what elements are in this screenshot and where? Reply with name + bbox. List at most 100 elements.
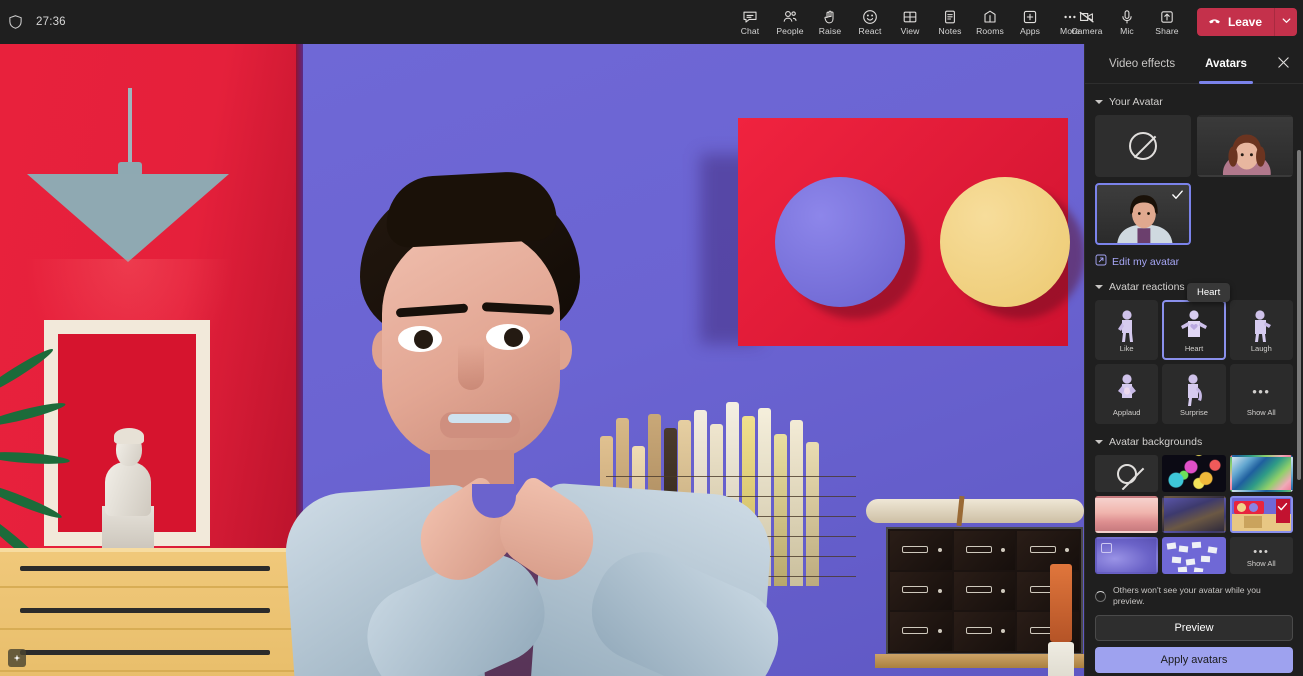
reaction-heart[interactable]: Heart <box>1162 300 1225 360</box>
avatar-option-2[interactable] <box>1095 183 1191 245</box>
reaction-surprise[interactable]: Surprise <box>1162 364 1225 424</box>
notes-icon <box>942 8 958 25</box>
avatar-option-1[interactable] <box>1197 115 1293 177</box>
background-none[interactable] <box>1095 455 1158 492</box>
view-button[interactable]: View <box>890 1 930 43</box>
avatar-character <box>300 154 940 676</box>
chat-button[interactable]: Chat <box>730 1 770 43</box>
laugh-figure-icon <box>1244 309 1278 343</box>
background-pink-fantasy[interactable] <box>1095 496 1158 533</box>
your-avatar-section: Your Avatar <box>1085 96 1303 269</box>
preview-note-text: Others won't see your avatar while you p… <box>1113 585 1293 607</box>
camera-label: Camera <box>1071 27 1102 36</box>
raise-hand-button[interactable]: Raise <box>810 1 850 43</box>
pin-sparkle-icon[interactable] <box>8 649 26 667</box>
edit-my-avatar-link[interactable]: Edit my avatar <box>1095 254 1293 269</box>
panel-scrollbar[interactable] <box>1297 150 1301 480</box>
avatar-backgrounds-header[interactable]: Avatar backgrounds <box>1095 436 1293 448</box>
view-label: View <box>901 27 920 36</box>
no-avatar-icon <box>1129 132 1157 160</box>
reaction-show-all-label: Show All <box>1247 408 1276 417</box>
like-figure-icon <box>1110 309 1144 343</box>
mic-label: Mic <box>1120 27 1134 36</box>
microphone-icon <box>1119 8 1135 25</box>
people-label: People <box>776 27 803 36</box>
notes-button[interactable]: Notes <box>930 1 970 43</box>
no-background-icon <box>1117 464 1137 484</box>
heart-figure-icon <box>1177 309 1211 343</box>
reaction-tooltip: Heart <box>1187 283 1230 302</box>
leave-dropdown-button[interactable] <box>1275 8 1297 36</box>
background-purple-clouds[interactable] <box>1095 537 1158 574</box>
meeting-toolbar: 27:36 Chat People Raise <box>0 0 1303 44</box>
chat-label: Chat <box>741 27 760 36</box>
yellow-disc <box>940 177 1070 307</box>
chevron-down-icon <box>1281 13 1292 31</box>
close-panel-button[interactable] <box>1274 55 1293 74</box>
avatar-reactions-grid: Like Heart <box>1095 300 1293 424</box>
chat-icon <box>742 8 758 25</box>
surprise-figure-icon <box>1177 373 1211 407</box>
white-tube <box>1048 642 1074 676</box>
meeting-timer: 27:36 <box>36 16 66 28</box>
apply-avatars-button[interactable]: Apply avatars <box>1095 647 1293 673</box>
selected-check-icon <box>1277 499 1288 510</box>
avatar-option-none[interactable] <box>1095 115 1191 177</box>
background-neon-lights[interactable] <box>1162 455 1225 492</box>
tab-video-effects[interactable]: Video effects <box>1107 44 1177 84</box>
teams-meeting-window: 27:36 Chat People Raise <box>0 0 1303 676</box>
reaction-laugh-label: Laugh <box>1251 344 1272 353</box>
avatar-reactions-wrap: Heart Like <box>1095 300 1293 424</box>
apps-plus-icon <box>1022 8 1038 25</box>
share-button[interactable]: Share <box>1147 1 1187 43</box>
tab-avatars[interactable]: Avatars <box>1203 44 1249 84</box>
toolbar-left-group: 27:36 <box>0 14 300 30</box>
toolbar-right-group: Camera Mic Share Leave <box>1067 0 1297 44</box>
loading-spinner-icon <box>1095 591 1106 602</box>
your-avatar-header[interactable]: Your Avatar <box>1095 96 1293 108</box>
background-dark-lounge[interactable] <box>1162 496 1225 533</box>
background-abstract-coast[interactable] <box>1230 455 1293 492</box>
view-grid-icon <box>902 8 918 25</box>
reaction-show-all[interactable]: ••• Show All <box>1230 364 1293 424</box>
camera-off-icon <box>1078 8 1096 25</box>
more-ellipsis-icon: ••• <box>1253 546 1269 558</box>
rooms-button[interactable]: Rooms <box>970 1 1010 43</box>
bust-hair <box>114 428 144 444</box>
preview-note: Others won't see your avatar while you p… <box>1085 585 1303 607</box>
camera-button[interactable]: Camera <box>1067 1 1107 43</box>
background-show-all[interactable]: ••• Show All <box>1230 537 1293 574</box>
people-button[interactable]: People <box>770 1 810 43</box>
close-icon <box>1277 56 1290 74</box>
applaud-figure-icon <box>1110 373 1144 407</box>
share-up-arrow-icon <box>1159 8 1175 25</box>
pendant-lamp-shade <box>27 174 229 262</box>
react-button[interactable]: React <box>850 1 890 43</box>
avatar-nose <box>458 344 484 390</box>
background-colorful-room[interactable] <box>1230 496 1293 533</box>
panel-body: Your Avatar <box>1085 96 1303 676</box>
toolbar-center-group: Chat People Raise R <box>730 0 1090 44</box>
background-show-all-label: Show All <box>1232 559 1291 568</box>
avatar-reactions-title: Avatar reactions <box>1109 281 1185 293</box>
avatar-teeth <box>448 414 512 423</box>
background-sticky-notes[interactable] <box>1162 537 1225 574</box>
raise-label: Raise <box>819 27 841 36</box>
leave-button[interactable]: Leave <box>1197 8 1274 36</box>
apps-button[interactable]: Apps <box>1010 1 1050 43</box>
mic-button[interactable]: Mic <box>1107 1 1147 43</box>
leave-control-group: Leave <box>1197 8 1297 36</box>
reaction-applaud[interactable]: Applaud <box>1095 364 1158 424</box>
video-stage[interactable] <box>0 44 1084 676</box>
notes-label: Notes <box>939 27 962 36</box>
reaction-like[interactable]: Like <box>1095 300 1158 360</box>
chevron-down-icon <box>1095 285 1103 289</box>
avatar-options-grid <box>1095 115 1293 245</box>
reaction-laugh[interactable]: Laugh <box>1230 300 1293 360</box>
rooms-icon <box>982 8 998 25</box>
react-smiley-icon <box>862 8 878 25</box>
edit-my-avatar-label: Edit my avatar <box>1112 256 1179 268</box>
selected-check-icon <box>1171 188 1184 201</box>
reaction-applaud-label: Applaud <box>1113 408 1141 417</box>
preview-button[interactable]: Preview <box>1095 615 1293 641</box>
